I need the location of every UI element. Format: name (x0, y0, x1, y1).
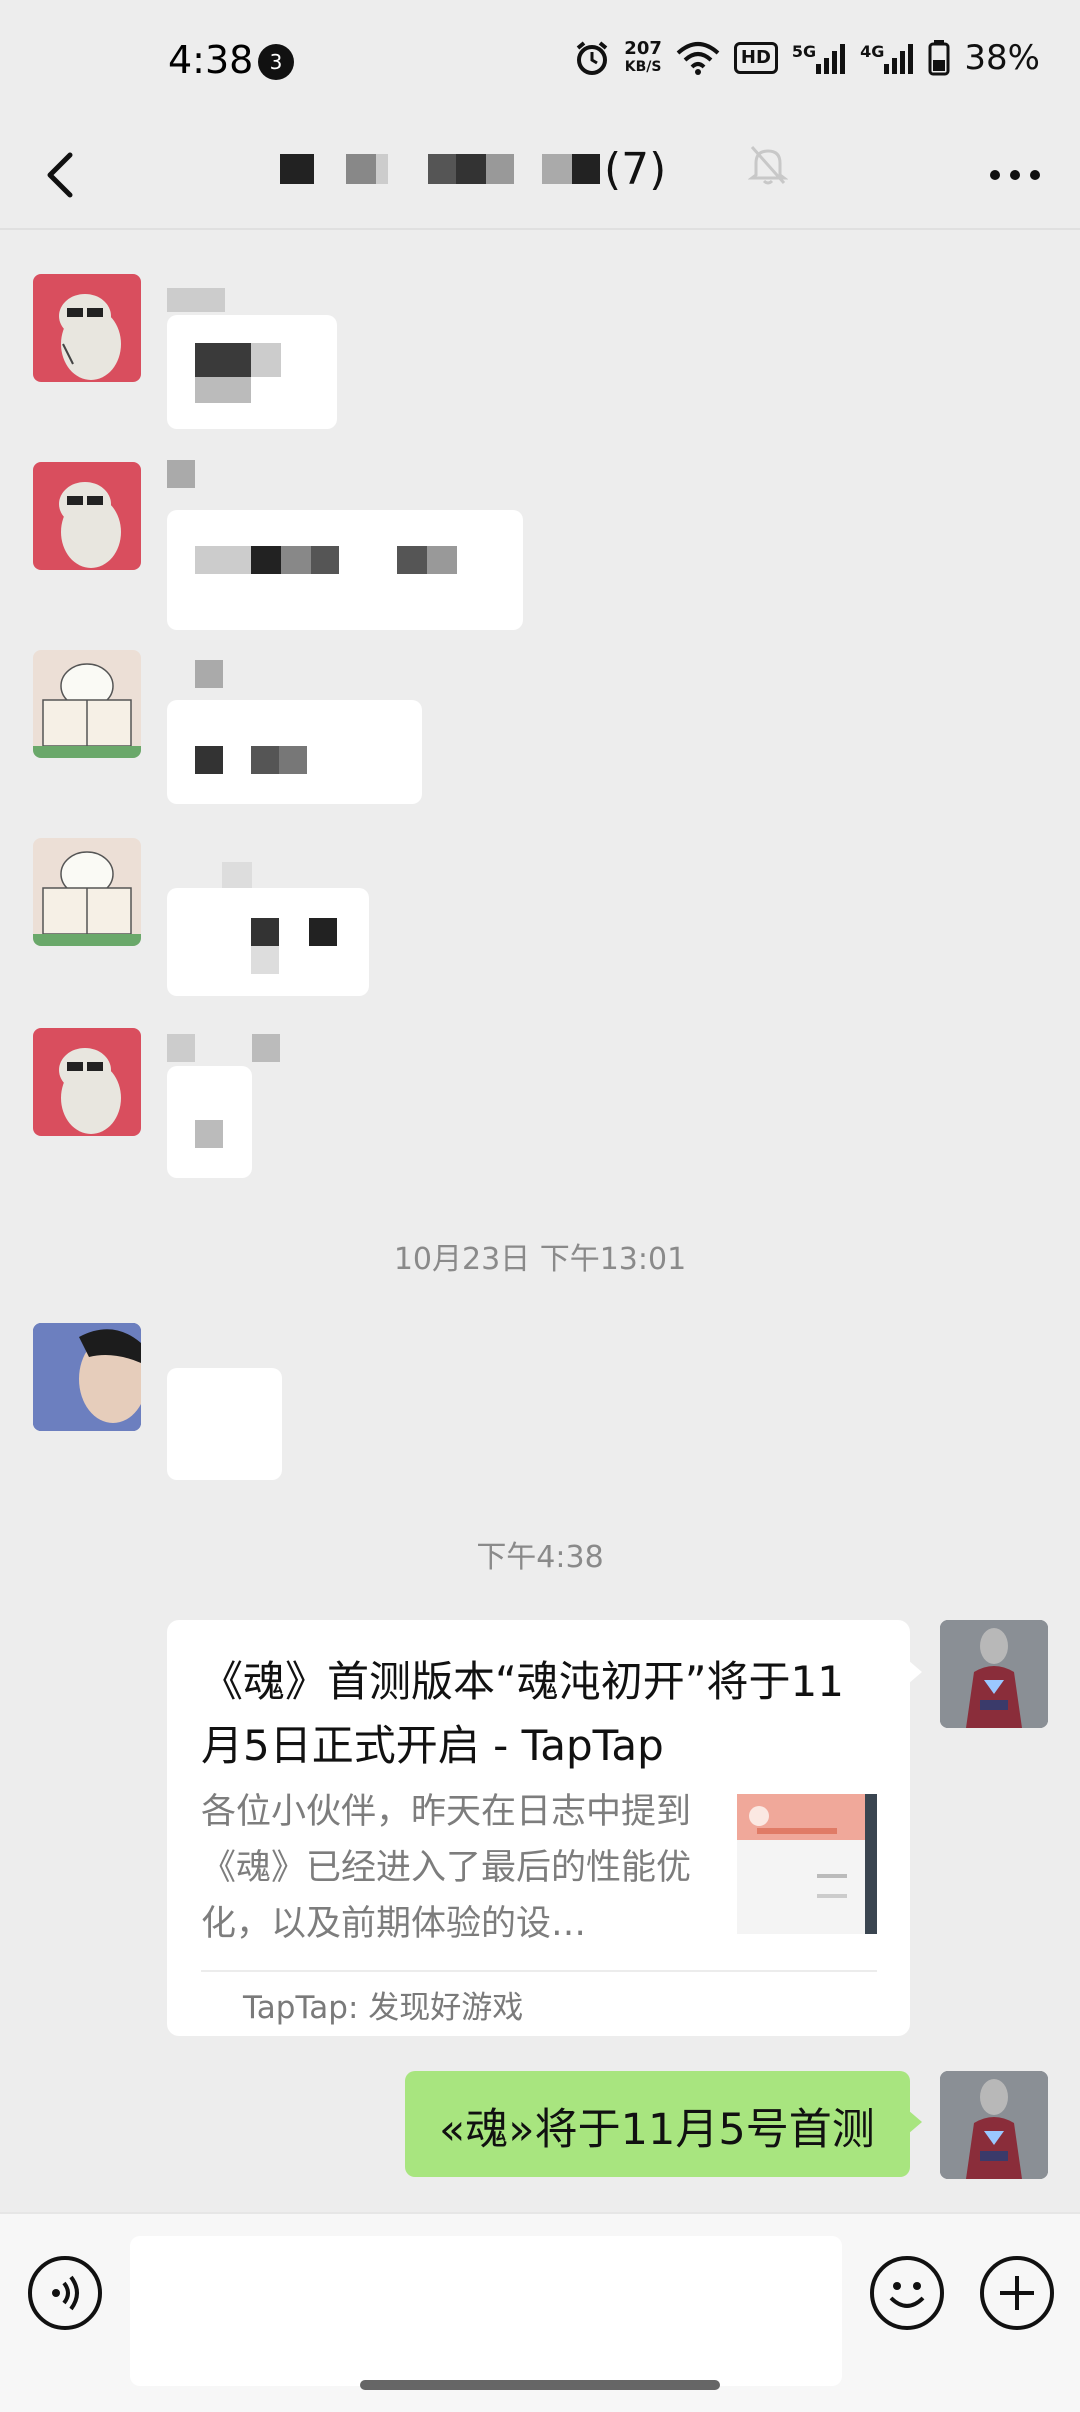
redacted-message-text (195, 746, 223, 774)
redacted-title-block (428, 154, 456, 184)
redacted-message-text (251, 946, 279, 974)
redacted-message-text (281, 546, 311, 574)
link-card-divider (201, 1970, 877, 1972)
redacted-message-text (251, 546, 281, 574)
redacted-message-text (279, 746, 307, 774)
link-card-description: 各位小伙伴，昨天在日志中提到《魂》已经进入了最后的性能优化，以及前期体验的设… (201, 1792, 692, 1944)
message-bubble[interactable] (167, 315, 337, 429)
member-count: (7) (604, 143, 667, 195)
redacted-sender-name (252, 1034, 280, 1062)
wifi-icon (676, 41, 720, 75)
notification-count-badge: 3 (258, 44, 294, 80)
redacted-message-text (251, 343, 281, 377)
plus-icon[interactable] (980, 2256, 1054, 2330)
redacted-message-text (311, 546, 339, 574)
redacted-message-text (195, 377, 251, 403)
link-card-thumbnail (737, 1794, 877, 1934)
status-time: 4:38 (168, 38, 254, 82)
avatar[interactable] (33, 838, 141, 946)
avatar[interactable] (33, 1028, 141, 1136)
redacted-title-block (376, 154, 388, 184)
redacted-message-text (309, 918, 337, 946)
my-avatar[interactable] (940, 1620, 1048, 1728)
back-arrow-icon[interactable] (36, 143, 100, 207)
home-indicator[interactable] (360, 2380, 720, 2390)
redacted-title-block (280, 154, 314, 184)
redacted-sender-name (167, 1034, 195, 1062)
message-bubble[interactable] (167, 1368, 282, 1480)
link-card-source: TapTap: 发现好游戏 (243, 1990, 524, 2026)
avatar[interactable] (33, 462, 141, 570)
signal-5g-icon: 5G (792, 42, 846, 74)
net-speed-unit: KB/S (624, 59, 662, 75)
redacted-message-text (195, 546, 251, 574)
avatar[interactable] (33, 650, 141, 758)
redacted-sender-name (167, 288, 225, 312)
shared-link-card[interactable]: 《魂》首测版本“魂沌初开”将于11月5日正式开启 - TapTap 各位小伙伴，… (167, 1620, 910, 2036)
my-avatar[interactable] (940, 2071, 1048, 2179)
link-card-title: 《魂》首测版本“魂沌初开”将于11月5日正式开启 - TapTap (201, 1657, 844, 1770)
bubble-tail (908, 2110, 922, 2134)
status-bar: 4:38 3 207 KB/S HD 5G 4G 38% (0, 0, 1080, 125)
avatar[interactable] (33, 1323, 141, 1431)
signal-5g-label: 5G (791, 42, 817, 61)
chat-header: (7) (0, 125, 1080, 225)
redacted-title-block (572, 154, 600, 184)
voice-icon[interactable] (28, 2256, 102, 2330)
redacted-title-block (346, 154, 376, 184)
redacted-message-text (427, 546, 457, 574)
message-input[interactable] (130, 2236, 842, 2386)
emoji-icon[interactable] (870, 2256, 944, 2330)
redacted-sender-name (222, 862, 252, 890)
redacted-sender-name (195, 660, 223, 688)
sent-message-text: «魂»将于11月5号首测 (439, 2105, 875, 2155)
chat-title: (7) (270, 139, 666, 199)
timestamp: 下午4:38 (476, 1540, 604, 1575)
mute-bell-icon (747, 143, 789, 191)
signal-4g-label: 4G (860, 42, 885, 61)
avatar[interactable] (33, 274, 141, 382)
message-bubble[interactable] (167, 700, 422, 804)
message-bubble[interactable] (167, 888, 369, 996)
redacted-title-block (486, 154, 514, 184)
redacted-message-text (195, 1120, 223, 1148)
redacted-sender-name (167, 460, 195, 488)
net-speed: 207 KB/S (624, 40, 662, 76)
battery-icon (928, 40, 950, 76)
message-bubble[interactable] (167, 510, 523, 630)
sent-message-bubble[interactable]: «魂»将于11月5号首测 (405, 2071, 910, 2177)
redacted-message-text (251, 918, 279, 946)
alarm-icon (574, 40, 610, 76)
header-divider (0, 228, 1080, 230)
redacted-message-text (195, 343, 251, 377)
net-speed-value: 207 (624, 38, 662, 59)
redacted-message-text (397, 546, 427, 574)
redacted-title-block (456, 154, 486, 184)
more-dots-icon[interactable] (980, 145, 1050, 205)
redacted-message-text (251, 746, 279, 774)
hd-badge: HD (733, 42, 778, 74)
timestamp: 10月23日 下午13:01 (393, 1242, 687, 1277)
battery-percent: 38% (964, 38, 1040, 78)
bubble-tail (908, 1660, 922, 1684)
redacted-title-block (542, 154, 572, 184)
signal-4g-icon: 4G (860, 42, 914, 74)
message-bubble[interactable] (167, 1066, 252, 1178)
